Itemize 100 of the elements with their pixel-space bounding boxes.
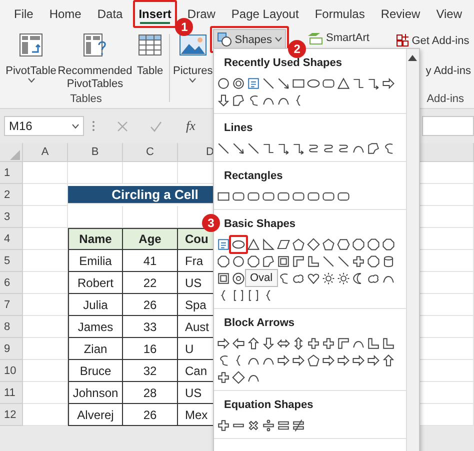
shape-icon[interactable] [382,337,395,350]
row-header[interactable]: 1 [0,162,23,184]
shape-icon[interactable] [382,255,395,268]
shape-icon[interactable] [277,142,290,155]
shape-icon[interactable] [232,94,245,107]
shape-icon[interactable] [232,142,245,155]
shape-icon[interactable] [247,337,260,350]
shape-icon[interactable] [382,354,395,367]
ribbon-tab[interactable]: Page Layout [229,4,301,24]
shape-icon[interactable] [217,354,230,367]
shape-icon[interactable] [262,142,275,155]
shape-icon[interactable] [307,238,320,251]
shape-icon[interactable] [307,255,320,268]
shape-icon[interactable] [232,272,245,285]
column-header[interactable]: C [123,143,178,162]
shape-icon[interactable] [217,371,230,384]
shape-icon[interactable] [247,77,260,90]
shape-icon[interactable] [262,238,275,251]
shape-icon[interactable] [367,238,380,251]
shape-icon[interactable] [352,238,365,251]
shape-icon[interactable] [307,190,320,203]
shape-icon[interactable] [247,94,260,107]
check-icon[interactable] [150,120,162,132]
row-header[interactable]: 3 [0,206,23,228]
shape-icon[interactable] [277,272,290,285]
shape-icon[interactable] [382,142,395,155]
column-header[interactable]: A [23,143,68,162]
recommended-pivot-tables-button[interactable]: Recommended PivotTables [60,32,130,91]
shape-icon[interactable] [247,289,260,302]
shape-icon[interactable] [262,255,275,268]
shape-icon[interactable] [367,77,380,90]
shape-icon[interactable] [247,142,260,155]
shape-icon[interactable] [217,94,230,107]
shape-icon[interactable] [292,337,305,350]
shape-icon[interactable] [322,190,335,203]
shape-icon[interactable] [262,190,275,203]
row-header[interactable]: 6 [0,272,23,294]
shape-icon[interactable] [367,337,380,350]
shape-icon[interactable] [247,238,260,251]
scrollbar[interactable] [406,49,419,451]
row-header[interactable]: 9 [0,338,23,360]
shape-icon[interactable] [307,142,320,155]
empty-cell[interactable] [68,162,123,184]
shape-icon[interactable] [367,272,380,285]
shape-icon[interactable] [217,337,230,350]
smartart-button[interactable]: SmartArt [304,29,372,47]
ribbon-tab[interactable]: File [12,4,36,24]
shape-icon[interactable] [322,255,335,268]
shape-icon[interactable] [277,77,290,90]
shape-icon[interactable] [277,238,290,251]
empty-cell[interactable] [123,162,178,184]
shape-icon[interactable] [337,255,350,268]
shape-icon[interactable] [232,371,245,384]
shape-icon[interactable] [277,354,290,367]
my-add-ins-button[interactable]: y Add-ins [422,63,474,79]
row-header[interactable]: 8 [0,316,23,338]
shape-icon[interactable] [217,419,230,432]
row-header[interactable]: 7 [0,294,23,316]
shape-icon[interactable] [217,142,230,155]
shape-icon[interactable] [337,190,350,203]
shape-icon[interactable] [352,255,365,268]
ribbon-tab[interactable]: View [434,4,464,24]
shape-icon[interactable] [292,255,305,268]
shape-icon[interactable] [262,419,275,432]
shape-icon[interactable] [322,142,335,155]
row-header[interactable]: 11 [0,382,23,404]
row-header[interactable]: 10 [0,360,23,382]
shape-icon[interactable] [367,354,380,367]
ribbon-tab[interactable]: Formulas [312,4,367,24]
shape-icon[interactable] [322,238,335,251]
shape-icon[interactable] [307,354,320,367]
shape-icon[interactable] [247,419,260,432]
shape-icon[interactable] [337,337,350,350]
shape-icon[interactable] [232,77,245,90]
formula-input[interactable] [422,116,474,136]
row-header[interactable]: 4 [0,228,23,250]
shape-icon[interactable] [337,238,350,251]
get-add-ins-button[interactable]: Get Add-ins [392,32,474,49]
row-header[interactable]: 12 [0,404,23,426]
pivot-table-button[interactable]: PivotTable [6,32,56,83]
shape-icon[interactable] [307,337,320,350]
shape-icon[interactable] [232,238,245,251]
shape-icon[interactable] [337,77,350,90]
shape-icon[interactable] [337,354,350,367]
shape-icon[interactable] [292,419,305,432]
shape-icon[interactable] [292,238,305,251]
shape-icon[interactable] [337,142,350,155]
shape-icon[interactable] [322,77,335,90]
name-box[interactable]: M16 [4,116,84,136]
shape-icon[interactable] [232,337,245,350]
column-header[interactable]: B [68,143,123,162]
ribbon-tab[interactable]: Home [47,4,84,24]
shape-icon[interactable] [232,289,245,302]
shape-icon[interactable] [322,354,335,367]
insert-function-button[interactable]: fx [182,118,200,134]
shape-icon[interactable] [277,255,290,268]
shape-icon[interactable] [262,337,275,350]
shape-icon[interactable] [262,77,275,90]
shape-icon[interactable] [217,238,230,251]
shape-icon[interactable] [217,190,230,203]
